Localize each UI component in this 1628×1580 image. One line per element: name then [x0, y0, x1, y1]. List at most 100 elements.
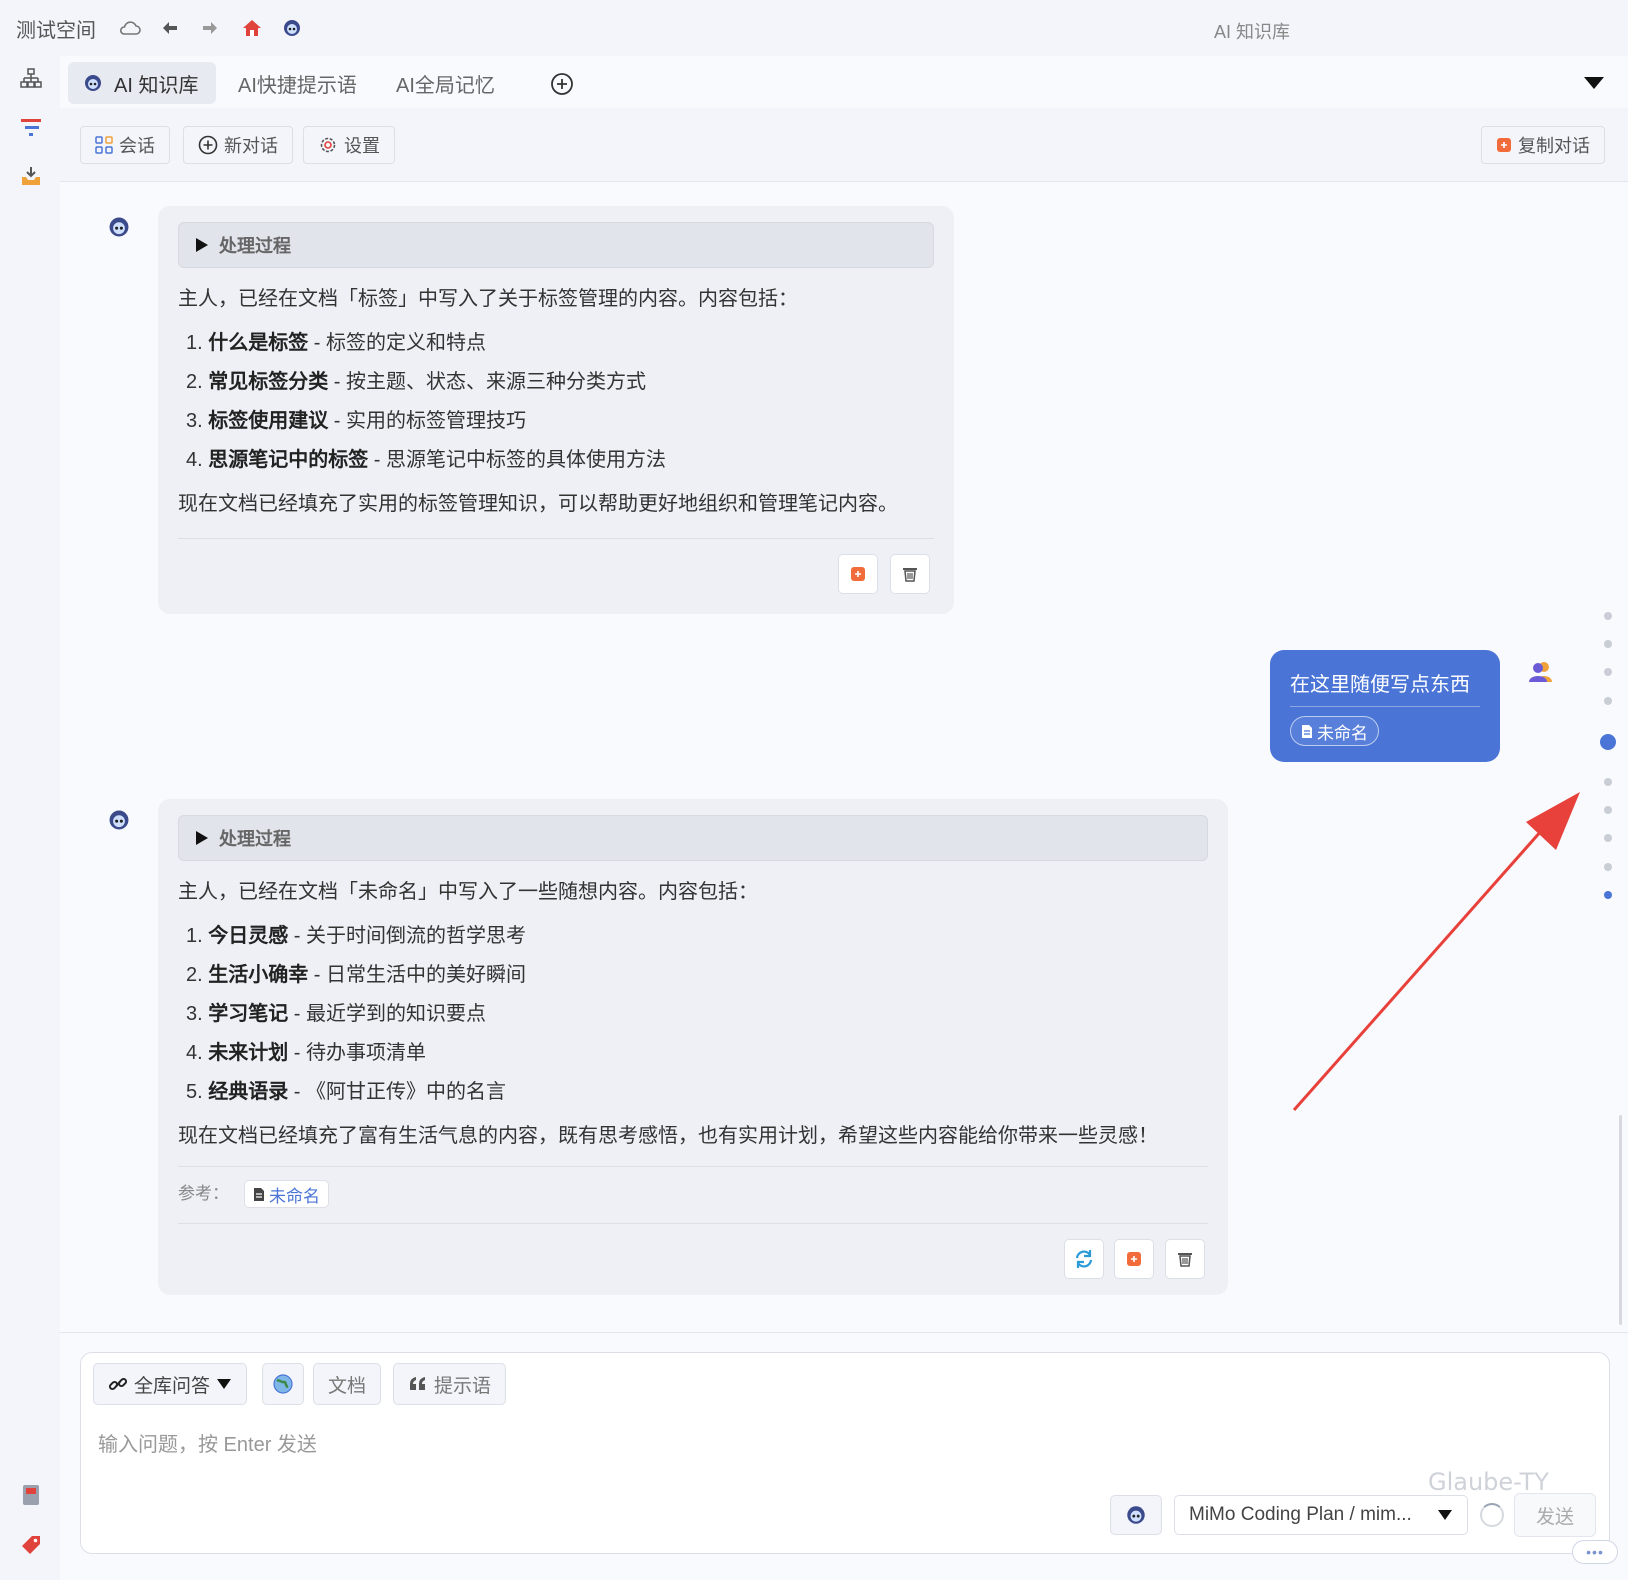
add-tab-icon[interactable]: [550, 72, 574, 96]
caret-right-icon: [196, 238, 208, 252]
copy-icon: [851, 567, 865, 581]
message-nav-dot[interactable]: [1604, 806, 1612, 814]
send-button[interactable]: 发送: [1514, 1493, 1596, 1537]
doc-reference-label: 未命名: [1317, 723, 1368, 743]
message-nav-dot[interactable]: [1604, 863, 1612, 871]
tab-ai-prompts[interactable]: AI快捷提示语: [224, 62, 374, 104]
chat-input-placeholder[interactable]: 输入问题，按 Enter 发送: [98, 1428, 317, 1457]
link-icon: [108, 1377, 128, 1391]
web-search-button[interactable]: [262, 1363, 304, 1405]
message-nav-dot[interactable]: [1604, 612, 1612, 620]
scrollbar-thumb[interactable]: [1619, 1115, 1622, 1325]
model-select[interactable]: MiMo Coding Plan / mim...: [1174, 1495, 1468, 1535]
document-icon: [1302, 724, 1312, 738]
list-item: 2. 常见标签分类 - 按主题、状态、来源三种分类方式: [186, 371, 647, 393]
divider: [178, 1166, 1208, 1167]
doc-button-label: 文档: [328, 1375, 367, 1397]
session-button[interactable]: 会话: [80, 126, 170, 164]
message-outro: 现在文档已经填充了实用的标签管理知识，可以帮助更好地组织和管理笔记内容。: [178, 493, 898, 515]
assistant-message: 处理过程 主人，已经在文档「未命名」中写入了一些随想内容。内容包括： 1. 今日…: [158, 799, 1228, 1295]
copy-message-button[interactable]: [838, 554, 878, 594]
doc-reference-chip[interactable]: 未命名: [244, 1180, 329, 1208]
back-arrow-icon[interactable]: [158, 16, 182, 40]
plus-circle-icon: [198, 135, 218, 155]
user-message-text: 在这里随便写点东西: [1290, 674, 1470, 696]
regenerate-button[interactable]: [1064, 1239, 1104, 1279]
cloud-sync-icon[interactable]: [118, 16, 142, 40]
doc-button[interactable]: 文档: [313, 1363, 382, 1405]
doc-reference-label: 未命名: [269, 1186, 320, 1206]
workspace-title: 测试空间: [16, 20, 96, 42]
ai-robot-icon: [1127, 1506, 1145, 1524]
copy-icon: [1497, 138, 1511, 152]
annotation-arrow-icon: [1292, 792, 1580, 1111]
message-nav-dot[interactable]: [1604, 697, 1612, 705]
message-intro: 主人，已经在文档「未命名」中写入了一些随想内容。内容包括：: [178, 881, 758, 903]
model-label: MiMo Coding Plan / mim...: [1189, 1504, 1412, 1525]
doc-tree-icon[interactable]: [18, 65, 44, 91]
outline-icon[interactable]: [18, 114, 44, 140]
tab-label: AI 知识库: [114, 74, 199, 97]
globe-icon: [273, 1374, 293, 1394]
document-icon: [254, 1187, 264, 1201]
process-label: 处理过程: [219, 829, 291, 849]
forward-arrow-icon[interactable]: [198, 16, 222, 40]
copy-icon: [1127, 1252, 1141, 1266]
assistant-switch-button[interactable]: [1110, 1495, 1162, 1535]
list-item: 5. 经典语录 - 《阿甘正传》中的名言: [186, 1081, 507, 1103]
message-nav-dot[interactable]: [1604, 778, 1612, 786]
message-nav-dot[interactable]: [1604, 891, 1612, 899]
settings-label: 设置: [344, 136, 380, 156]
session-label: 会话: [119, 136, 155, 156]
delete-message-button[interactable]: [890, 554, 930, 594]
message-nav-dot[interactable]: [1604, 668, 1612, 676]
copy-message-button[interactable]: [1114, 1239, 1154, 1279]
assistant-avatar-icon: [104, 212, 134, 242]
settings-button[interactable]: 设置: [303, 126, 395, 164]
tag-icon[interactable]: [18, 1532, 44, 1558]
left-sidebar: [0, 56, 60, 1580]
delete-message-button[interactable]: [1165, 1239, 1205, 1279]
list-item: 3. 标签使用建议 - 实用的标签管理技巧: [186, 410, 527, 432]
prompt-button-label: 提示语: [434, 1375, 492, 1397]
prompt-button[interactable]: 提示语: [393, 1363, 507, 1405]
tab-label: AI全局记忆: [396, 74, 495, 97]
loading-spinner-icon: [1480, 1503, 1504, 1527]
chat-toolbar: [60, 108, 1628, 182]
new-chat-button[interactable]: 新对话: [183, 126, 293, 164]
message-intro: 主人，已经在文档「标签」中写入了关于标签管理的内容。内容包括：: [178, 288, 798, 310]
ai-robot-icon[interactable]: [280, 16, 304, 40]
message-nav-dot[interactable]: [1604, 834, 1612, 842]
more-options-button[interactable]: •••: [1572, 1540, 1618, 1564]
message-nav-dot-active[interactable]: [1600, 734, 1616, 750]
caret-right-icon: [196, 831, 208, 845]
home-icon[interactable]: [240, 16, 264, 40]
new-chat-label: 新对话: [224, 136, 278, 156]
tab-ai-memory[interactable]: AI全局记忆: [382, 62, 516, 104]
mode-select[interactable]: 全库问答: [93, 1363, 248, 1405]
gear-icon: [320, 137, 336, 153]
user-avatar-icon: [1528, 660, 1554, 684]
assistant-message: 处理过程 主人，已经在文档「标签」中写入了关于标签管理的内容。内容包括： 1. …: [158, 206, 954, 614]
inbox-icon[interactable]: [18, 163, 44, 189]
tab-ai-knowledge[interactable]: AI 知识库: [68, 62, 216, 104]
list-item: 4. 思源笔记中的标签 - 思源笔记中标签的具体使用方法: [186, 449, 667, 471]
watermark-text: Glaube-TY: [1428, 1468, 1549, 1496]
divider: [60, 1332, 1628, 1333]
process-toggle[interactable]: 处理过程: [178, 222, 934, 268]
doc-reference-chip[interactable]: 未命名: [1290, 716, 1379, 746]
notebook-icon[interactable]: [18, 1482, 44, 1508]
message-nav-dot[interactable]: [1604, 640, 1612, 648]
divider: [178, 538, 934, 539]
chevron-down-icon: [1438, 1510, 1452, 1520]
divider: [1290, 706, 1480, 707]
list-item: 3. 学习笔记 - 最近学到的知识要点: [186, 1003, 487, 1025]
copy-chat-button[interactable]: 复制对话: [1481, 126, 1605, 164]
send-label: 发送: [1535, 1506, 1574, 1528]
assistant-avatar-icon: [104, 805, 134, 835]
copy-chat-label: 复制对话: [1518, 136, 1590, 156]
tab-dropdown-icon[interactable]: [1582, 75, 1606, 91]
process-label: 处理过程: [219, 236, 291, 256]
list-item: 4. 未来计划 - 待办事项清单: [186, 1042, 427, 1064]
process-toggle[interactable]: 处理过程: [178, 815, 1208, 861]
